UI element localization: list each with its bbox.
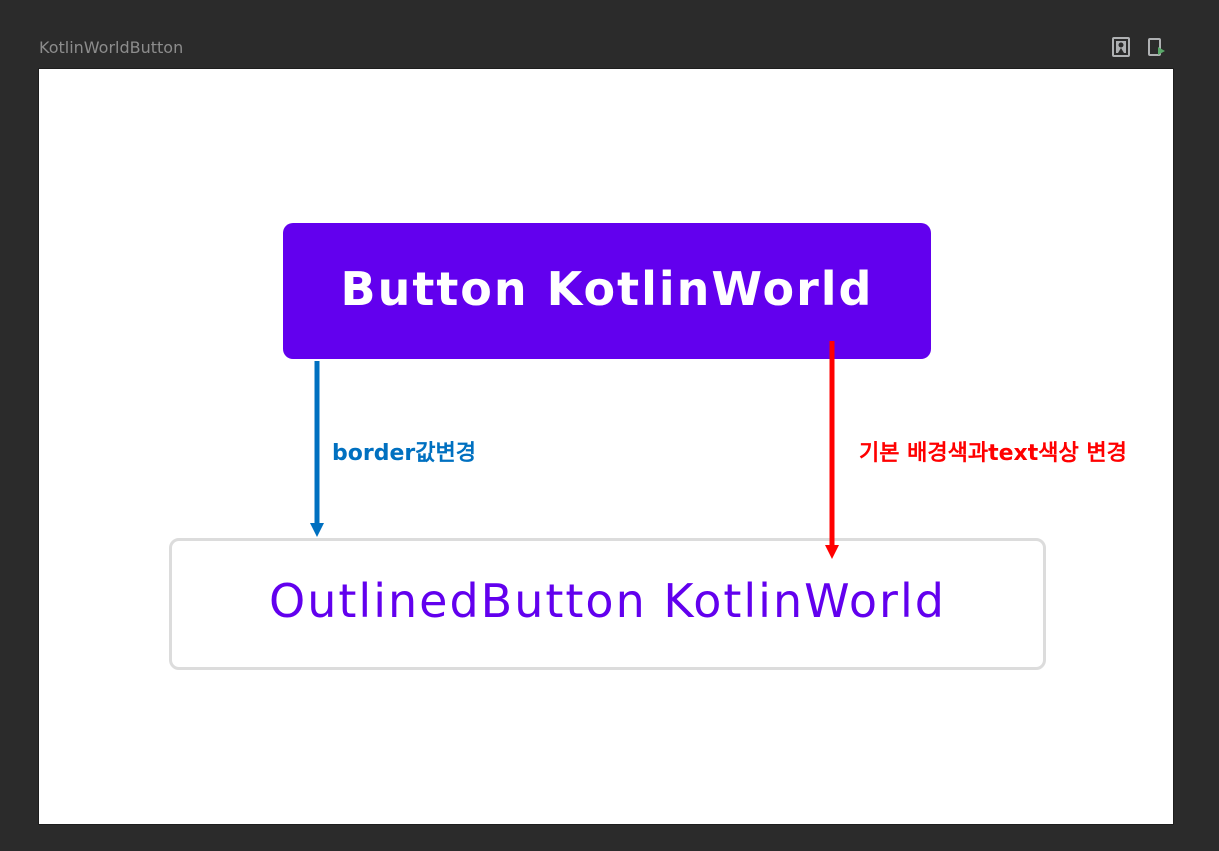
compose-preview-window: KotlinWorldButton Button KotlinWorld Out…	[0, 0, 1219, 851]
rerun-preview-icon[interactable]	[1109, 36, 1133, 58]
annotation-border-change: border값변경	[332, 441, 476, 466]
preview-toolbar	[1109, 36, 1169, 58]
kotlinworld-button[interactable]: Button KotlinWorld	[283, 223, 931, 359]
deploy-preview-icon[interactable]	[1145, 36, 1169, 58]
annotation-color-change: 기본 배경색과text색상 변경	[859, 441, 1127, 466]
red-arrow	[825, 341, 839, 559]
kotlinworld-outlined-button[interactable]: OutlinedButton KotlinWorld	[169, 538, 1046, 670]
preview-title: KotlinWorldButton	[39, 38, 184, 57]
preview-canvas: Button KotlinWorld OutlinedButton Kotlin…	[38, 68, 1174, 825]
blue-arrow	[310, 361, 324, 537]
